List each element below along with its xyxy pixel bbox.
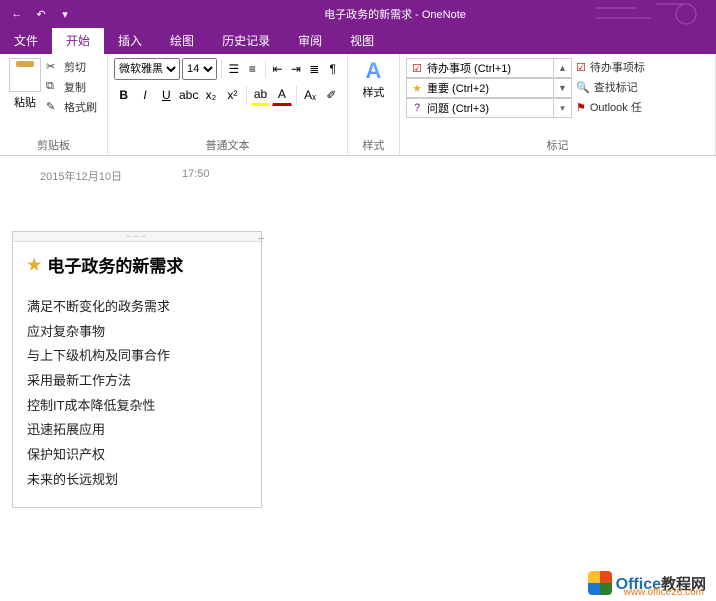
outdent-button[interactable]: ⇤ [269, 58, 285, 80]
scissors-icon: ✂ [46, 60, 60, 74]
paste-label: 粘贴 [6, 94, 44, 110]
star-icon: ★ [27, 255, 41, 275]
underline-button[interactable]: U [157, 84, 176, 106]
tab-view[interactable]: 视图 [336, 28, 388, 54]
tags-expand[interactable]: ▾ [554, 98, 572, 118]
tags-gallery[interactable]: ☑待办事项 (Ctrl+1) ★重要 (Ctrl+2) ?问题 (Ctrl+3) [406, 58, 554, 135]
highlight-button[interactable]: ab [251, 84, 270, 106]
tab-file[interactable]: 文件 [0, 28, 52, 54]
strike-button[interactable]: abc [178, 84, 199, 106]
note-title: 电子政务的新需求 [47, 252, 183, 277]
tags-gallery-nav: ▲ ▼ ▾ [554, 58, 572, 135]
note-line[interactable]: 保护知识产权 [27, 443, 247, 468]
question-icon: ? [411, 102, 423, 114]
back-icon[interactable]: ← [8, 5, 26, 23]
align-button[interactable]: ≣ [306, 58, 322, 80]
tab-review[interactable]: 审阅 [284, 28, 336, 54]
qat-customize-icon[interactable]: ▾ [56, 5, 74, 23]
todo-tag-button[interactable]: ☑待办事项标 [576, 58, 709, 76]
undo-icon[interactable]: ↶ [32, 5, 50, 23]
basic-text-group-label: 普通文本 [114, 135, 341, 153]
styles-icon: A [354, 58, 393, 84]
group-styles: A 样式 样式 [348, 54, 400, 155]
tags-scroll-down[interactable]: ▼ [554, 78, 572, 98]
flag-icon: ⚑ [576, 101, 586, 114]
ribbon-tabs: 文件 开始 插入 绘图 历史记录 审阅 视图 [0, 28, 716, 54]
font-color-button[interactable]: A [272, 84, 291, 106]
cut-button[interactable]: ✂剪切 [46, 58, 97, 76]
note-line[interactable]: 与上下级机构及同事合作 [27, 344, 247, 369]
clipboard-group-label: 剪贴板 [6, 135, 101, 153]
ribbon: 粘贴 ✂剪切 ⧉复制 ✎格式刷 剪贴板 微软雅黑 14 ☰ ≡ ⇤ ⇥ ≣ ¶ [0, 54, 716, 156]
watermark: Office教程网 www.office26.com [588, 571, 706, 595]
note-title-row[interactable]: ★ 电子政务的新需求 [27, 252, 247, 277]
note-line[interactable]: 采用最新工作方法 [27, 369, 247, 394]
title-bar: ← ↶ ▾ 电子政务的新需求 - OneNote [0, 0, 716, 28]
numbering-button[interactable]: ≡ [244, 58, 260, 80]
checkbox-icon: ☑ [411, 62, 423, 75]
note-line[interactable]: 未来的长远规划 [27, 468, 247, 493]
paste-button[interactable]: 粘贴 [6, 58, 44, 116]
note-drag-handle[interactable]: ┄┄┄↔ [13, 232, 261, 242]
bullets-button[interactable]: ☰ [226, 58, 242, 80]
format-painter-button[interactable]: ✎格式刷 [46, 98, 97, 116]
tag-question[interactable]: ?问题 (Ctrl+3) [406, 98, 554, 118]
page-date: 2015年12月10日 [40, 168, 122, 184]
clear-formatting-button[interactable]: Aₓ [300, 84, 319, 106]
copy-button[interactable]: ⧉复制 [46, 78, 97, 96]
tab-history[interactable]: 历史记录 [208, 28, 284, 54]
note-line[interactable]: 满足不断变化的政务需求 [27, 295, 247, 320]
note-content[interactable]: 满足不断变化的政务需求 应对复杂事物 与上下级机构及同事合作 采用最新工作方法 … [27, 295, 247, 493]
styles-button[interactable]: A 样式 [354, 58, 393, 100]
page-time: 17:50 [182, 168, 210, 184]
note-line[interactable]: 迅速拓展应用 [27, 418, 247, 443]
italic-button[interactable]: I [135, 84, 154, 106]
quick-access-toolbar: ← ↶ ▾ [0, 5, 74, 23]
styles-group-label: 样式 [354, 135, 393, 153]
decorative-circuit [596, 0, 716, 28]
search-icon: 🔍 [576, 81, 590, 94]
paste-icon [9, 58, 41, 92]
group-tags: ☑待办事项 (Ctrl+1) ★重要 (Ctrl+2) ?问题 (Ctrl+3)… [400, 54, 716, 155]
note-resize-handle[interactable]: ↔ [257, 231, 267, 243]
font-name-select[interactable]: 微软雅黑 [114, 58, 180, 80]
note-container[interactable]: ┄┄┄↔ ★ 电子政务的新需求 满足不断变化的政务需求 应对复杂事物 与上下级机… [12, 231, 262, 508]
group-basic-text: 微软雅黑 14 ☰ ≡ ⇤ ⇥ ≣ ¶ B I U abc x₂ x² ab [108, 54, 348, 155]
tag-todo[interactable]: ☑待办事项 (Ctrl+1) [406, 58, 554, 78]
outlook-tasks-button[interactable]: ⚑Outlook 任 [576, 98, 709, 116]
paragraph-mark-button[interactable]: ¶ [325, 58, 341, 80]
copy-icon: ⧉ [46, 80, 60, 94]
tags-scroll-up[interactable]: ▲ [554, 58, 572, 78]
bold-button[interactable]: B [114, 84, 133, 106]
tags-group-label: 标记 [406, 135, 709, 153]
note-line[interactable]: 应对复杂事物 [27, 320, 247, 345]
checkbox-icon: ☑ [576, 61, 586, 74]
star-icon: ★ [411, 82, 423, 95]
page-canvas[interactable]: 2015年12月10日 17:50 ┄┄┄↔ ★ 电子政务的新需求 满足不断变化… [0, 156, 716, 601]
tab-home[interactable]: 开始 [52, 28, 104, 54]
page-meta: 2015年12月10日 17:50 [40, 168, 209, 184]
tab-draw[interactable]: 绘图 [156, 28, 208, 54]
indent-button[interactable]: ⇥ [288, 58, 304, 80]
office-logo-icon [588, 571, 612, 595]
find-tags-button[interactable]: 🔍查找标记 [576, 78, 709, 96]
format-eraser-button[interactable]: ✐ [322, 84, 341, 106]
brush-icon: ✎ [46, 100, 60, 114]
subscript-button[interactable]: x₂ [201, 84, 220, 106]
tab-insert[interactable]: 插入 [104, 28, 156, 54]
font-size-select[interactable]: 14 [182, 58, 217, 80]
superscript-button[interactable]: x² [223, 84, 242, 106]
group-clipboard: 粘贴 ✂剪切 ⧉复制 ✎格式刷 剪贴板 [0, 54, 108, 155]
tag-important[interactable]: ★重要 (Ctrl+2) [406, 78, 554, 98]
note-line[interactable]: 控制IT成本降低复杂性 [27, 394, 247, 419]
